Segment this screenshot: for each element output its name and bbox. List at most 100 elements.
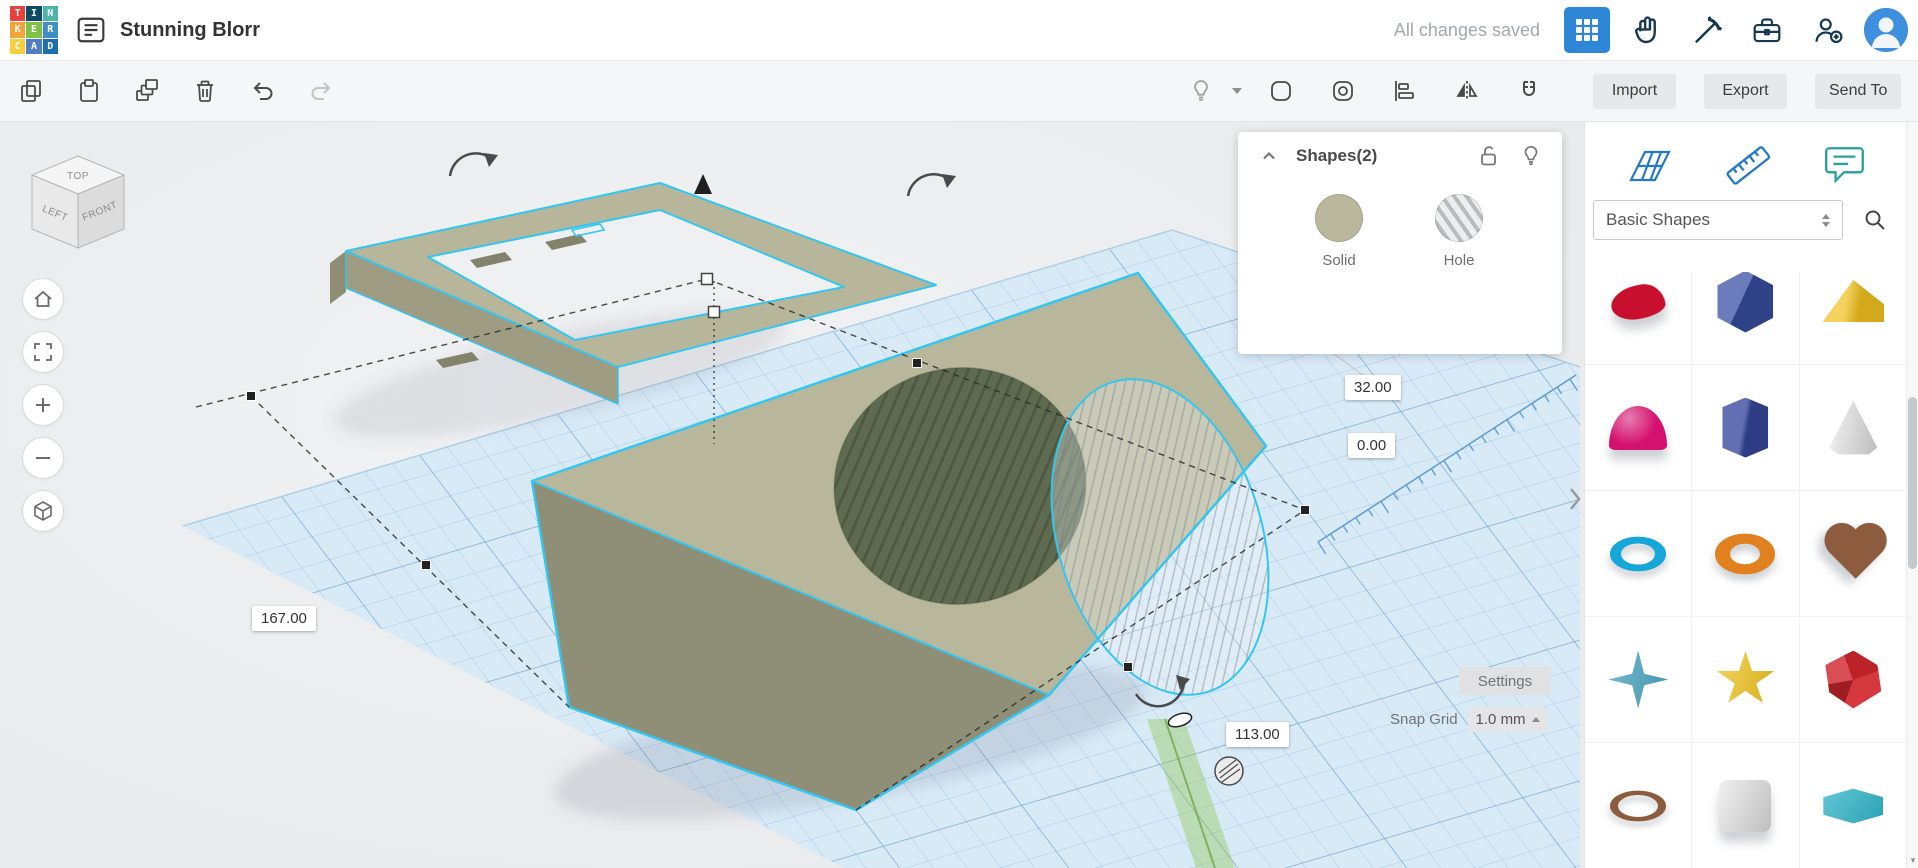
- import-button[interactable]: Import: [1593, 74, 1676, 109]
- shape-tile-star-4point[interactable]: [1585, 617, 1692, 743]
- paste-icon: [76, 78, 102, 104]
- solid-swatch[interactable]: Solid: [1315, 194, 1363, 269]
- copy-icon: [18, 78, 44, 104]
- delete-button[interactable]: [182, 68, 228, 114]
- show-all-button[interactable]: [1178, 68, 1224, 114]
- page-scrollbar[interactable]: ▾: [1906, 122, 1918, 868]
- dimension-base-field[interactable]: 0.00: [1348, 433, 1395, 458]
- lightbulb-dropdown-caret[interactable]: [1232, 88, 1242, 94]
- shape-tile-paraboloid[interactable]: [1585, 365, 1692, 491]
- shape-tile-torus[interactable]: [1692, 491, 1799, 617]
- fit-view-button[interactable]: [23, 332, 63, 372]
- align-button[interactable]: [1382, 68, 1428, 114]
- ungroup-icon: [1330, 78, 1356, 104]
- shape-tile-icosahedron[interactable]: [1800, 617, 1907, 743]
- snap-grid-select[interactable]: 1.0 mm: [1468, 707, 1548, 732]
- shape-tile-ring[interactable]: [1585, 743, 1692, 868]
- minecraft-export-button[interactable]: [1684, 7, 1730, 53]
- shape-tile-cone[interactable]: [1800, 365, 1907, 491]
- snap-grid-value: 1.0 mm: [1476, 711, 1526, 728]
- scrollbar-down-arrow[interactable]: ▾: [1907, 855, 1918, 866]
- sim-lab-button[interactable]: [1624, 7, 1670, 53]
- workplane-icon: [1624, 144, 1674, 186]
- shape-tile-roof[interactable]: [1800, 272, 1907, 365]
- striped-grip[interactable]: [1215, 757, 1243, 785]
- ruler-tool-button[interactable]: [1723, 143, 1773, 187]
- dice-shape-icon: [1719, 780, 1771, 832]
- home-view-button[interactable]: [23, 279, 63, 319]
- shape-tile-star[interactable]: [1692, 617, 1799, 743]
- dashboard-grid-button[interactable]: [1564, 7, 1610, 53]
- tube-shape-icon: [1610, 536, 1666, 571]
- design-properties-icon[interactable]: [74, 13, 108, 47]
- logo-tile: E: [26, 22, 41, 37]
- invite-user-button[interactable]: [1804, 7, 1850, 53]
- scribble-shape-icon: [1609, 281, 1667, 322]
- lock-button[interactable]: [1474, 141, 1504, 171]
- zoom-out-button[interactable]: [23, 438, 63, 478]
- view-cube-top-label[interactable]: TOP: [67, 171, 89, 182]
- group-icon: [1268, 78, 1294, 104]
- lunchbox-button[interactable]: [1744, 7, 1790, 53]
- shape-tile-scribble[interactable]: [1585, 272, 1692, 365]
- document-title[interactable]: Stunning Blorr: [120, 19, 260, 42]
- copy-button[interactable]: [8, 68, 54, 114]
- shape-category-dropdown[interactable]: Basic Shapes: [1593, 200, 1843, 240]
- snap-grid-label: Snap Grid: [1390, 711, 1458, 728]
- dimension-height-field[interactable]: 32.00: [1345, 375, 1401, 400]
- collapse-panel-button[interactable]: [1254, 141, 1284, 171]
- group-button[interactable]: [1258, 68, 1304, 114]
- duplicate-button[interactable]: [124, 68, 170, 114]
- notes-icon: [1822, 144, 1868, 186]
- logo-tile: N: [43, 6, 58, 21]
- shape-category-value: Basic Shapes: [1606, 210, 1822, 230]
- visibility-button[interactable]: [1516, 141, 1546, 171]
- shape-tile-polygon-prism[interactable]: [1692, 365, 1799, 491]
- raise-handle[interactable]: [694, 174, 712, 194]
- undo-button[interactable]: [240, 68, 286, 114]
- view-cube[interactable]: TOP LEFT FRONT: [22, 150, 134, 258]
- paste-button[interactable]: [66, 68, 112, 114]
- shape-tile-tube[interactable]: [1585, 491, 1692, 617]
- dimension-width-field[interactable]: 167.00: [252, 606, 316, 631]
- scrollbar-thumb[interactable]: [1908, 397, 1917, 569]
- shape-tile-heart[interactable]: [1800, 491, 1907, 617]
- sidebar-collapse-chevron[interactable]: [1568, 486, 1582, 512]
- cube-icon: [32, 500, 54, 522]
- zoom-in-button[interactable]: [23, 385, 63, 425]
- edit-toolbar: Import Export Send To: [0, 61, 1918, 122]
- shapes-panel-title: Shapes(2): [1296, 146, 1462, 166]
- export-button[interactable]: Export: [1704, 74, 1787, 109]
- search-shapes-button[interactable]: [1855, 200, 1895, 240]
- magnet-button[interactable]: [1506, 68, 1552, 114]
- minus-icon: [32, 447, 54, 469]
- settings-button[interactable]: Settings: [1459, 667, 1551, 695]
- logo-tile: R: [43, 22, 58, 37]
- tinkercad-logo[interactable]: T I N K E R C A D: [10, 6, 58, 54]
- hole-swatch[interactable]: Hole: [1435, 194, 1483, 269]
- shape-tile-hexagon[interactable]: [1800, 743, 1907, 868]
- lightbulb-icon: [1188, 78, 1214, 104]
- logo-tile: T: [10, 6, 25, 21]
- dimension-depth-field[interactable]: 113.00: [1226, 722, 1289, 747]
- hexagon-shape-icon: [1823, 788, 1883, 823]
- perspective-toggle-button[interactable]: [23, 491, 63, 531]
- redo-button[interactable]: [298, 68, 344, 114]
- send-to-button[interactable]: Send To: [1815, 74, 1901, 109]
- grid-icon: [1575, 18, 1599, 42]
- avatar[interactable]: [1864, 8, 1908, 52]
- shape-tile-dice[interactable]: [1692, 743, 1799, 868]
- torus-shape-icon: [1715, 533, 1775, 574]
- hole-pattern-circle: [1435, 194, 1483, 242]
- mirror-button[interactable]: [1444, 68, 1490, 114]
- shapes-inspector-panel: Shapes(2) Solid Hole: [1238, 132, 1562, 354]
- star-4point-shape-icon: [1608, 651, 1668, 709]
- shape-tile-box[interactable]: [1692, 272, 1799, 365]
- workplane-tool-button[interactable]: [1624, 144, 1674, 186]
- ungroup-button[interactable]: [1320, 68, 1366, 114]
- heart-shape-icon: [1831, 529, 1880, 578]
- icosahedron-shape-icon: [1825, 651, 1881, 709]
- redo-icon: [308, 78, 334, 104]
- 3d-viewport[interactable]: TOP LEFT FRONT Shapes(2): [0, 122, 1584, 868]
- notes-tool-button[interactable]: [1822, 144, 1868, 186]
